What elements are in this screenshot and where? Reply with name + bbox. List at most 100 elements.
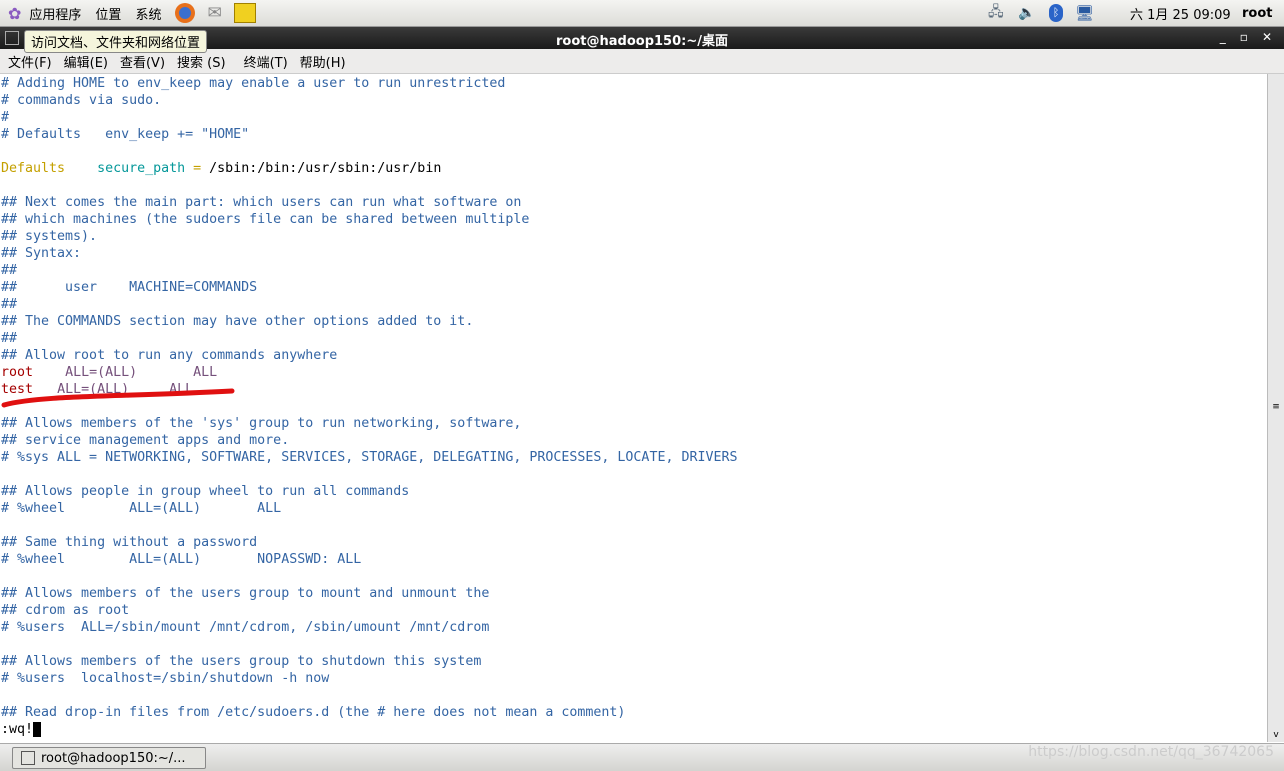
taskbar: root@hadoop150:~/... https://blog.csdn.n… [0, 743, 1284, 771]
text-line: ## [1, 262, 17, 279]
minimize-button[interactable]: _ [1220, 30, 1226, 44]
text-cursor [33, 721, 42, 737]
text-line: ## which machines (the sudoers file can … [1, 211, 529, 228]
text-line: Defaults secure_path = /sbin:/bin:/usr/s… [1, 160, 441, 177]
text-segment: Defaults [1, 161, 66, 176]
text-segment: root [1, 365, 34, 380]
text-segment: ## cdrom as root [1, 603, 130, 618]
tooltip: 访问文档、文件夹和网络位置 [24, 30, 208, 53]
text-segment: ## [1, 297, 18, 312]
text-line: ## Same thing without a password [1, 534, 257, 551]
text-line: ## cdrom as root [1, 602, 129, 619]
text-segment: # Defaults env_keep += "HOME" [1, 127, 250, 142]
text-segment: ## The COMMANDS section may have other o… [1, 314, 474, 329]
text-segment: ## Allows people in group wheel to run a… [1, 484, 410, 499]
menu-terminal[interactable]: 终端(T) [244, 52, 288, 71]
text-segment: ## service management apps and more. [1, 433, 290, 448]
text-line: ## The COMMANDS section may have other o… [1, 313, 473, 330]
text-segment [33, 365, 65, 380]
text-line: ## Allows members of the users group to … [1, 585, 489, 602]
top-panel: ✿ 应用程序 位置 系统 ✉ 🖧 🔈 ᛒ 🖥 六 1月 25 09:09 roo… [0, 0, 1284, 27]
text-line: # Defaults env_keep += "HOME" [1, 126, 249, 143]
scroll-down-icon[interactable]: v [1268, 730, 1284, 740]
bluetooth-icon[interactable]: ᛒ [1049, 4, 1063, 22]
text-line: ## Allows members of the users group to … [1, 653, 481, 670]
terminal-icon [21, 751, 35, 765]
text-segment: ## Syntax: [1, 246, 82, 261]
text-segment: ## user MACHINE=COMMANDS [1, 280, 258, 295]
text-segment: # Adding HOME to env_keep may enable a u… [1, 76, 506, 91]
text-segment: # %users localhost=/sbin/shutdown -h now [1, 671, 330, 686]
text-line: # %users ALL=/sbin/mount /mnt/cdrom, /sb… [1, 619, 489, 636]
menu-applications[interactable]: 应用程序 [29, 4, 81, 23]
text-line: # commands via sudo. [1, 92, 161, 109]
text-line: # Adding HOME to env_keep may enable a u… [1, 75, 505, 92]
scrollbar[interactable]: ≡ v [1267, 74, 1284, 742]
task-label: root@hadoop150:~/... [41, 750, 186, 766]
text-segment: ## Allow root to run any commands anywhe… [1, 348, 338, 363]
maximize-button[interactable]: ▫ [1240, 30, 1248, 44]
text-segment: ## Allows members of the 'sys' group to … [1, 416, 522, 431]
text-segment: secure_path [97, 161, 186, 176]
text-segment: ## which machines (the sudoers file can … [1, 212, 530, 227]
text-line: ## Next comes the main part: which users… [1, 194, 521, 211]
text-line: ## user MACHINE=COMMANDS [1, 279, 257, 296]
text-line: ## [1, 296, 17, 313]
text-segment: ALL= [65, 365, 98, 380]
text-line: ## Allows members of the 'sys' group to … [1, 415, 521, 432]
text-line: # [1, 109, 9, 126]
text-line: # %wheel ALL=(ALL) ALL [1, 500, 281, 517]
firefox-icon[interactable] [175, 3, 196, 23]
text-segment: # %wheel ALL=(ALL) ALL [1, 501, 282, 516]
text-segment: ## Read drop-in files from /etc/sudoers.… [1, 705, 626, 720]
volume-icon[interactable]: 🔈 [1018, 5, 1035, 21]
mail-icon[interactable]: ✉ [207, 3, 221, 23]
menu-help[interactable]: 帮助(H) [300, 52, 346, 71]
menu-edit[interactable]: 编辑(E) [64, 52, 108, 71]
text-segment: ALL [193, 365, 218, 380]
text-segment: ## [1, 263, 18, 278]
text-segment [65, 161, 97, 176]
menu-search[interactable]: 搜索 (S) [177, 52, 226, 71]
text-line: ## Read drop-in files from /etc/sudoers.… [1, 704, 625, 721]
text-line: # %users localhost=/sbin/shutdown -h now [1, 670, 329, 687]
text-segment: (ALL) [97, 365, 138, 380]
text-segment: ## Next comes the main part: which users… [1, 195, 522, 210]
text-line: ## Allows people in group wheel to run a… [1, 483, 409, 500]
text-line: ## [1, 330, 17, 347]
text-segment: # %users ALL=/sbin/mount /mnt/cdrom, /sb… [1, 620, 490, 635]
text-line: # %sys ALL = NETWORKING, SOFTWARE, SERVI… [1, 449, 738, 466]
notes-icon[interactable] [233, 3, 256, 23]
text-line: # %wheel ALL=(ALL) NOPASSWD: ALL [1, 551, 361, 568]
watermark: https://blog.csdn.net/qq_36742065 [1028, 744, 1274, 760]
close-button[interactable]: ✕ [1262, 30, 1272, 44]
text-segment: ## [1, 331, 18, 346]
menu-system[interactable]: 系统 [135, 4, 161, 23]
taskbar-item-terminal[interactable]: root@hadoop150:~/... [12, 747, 206, 769]
network-icon[interactable]: 🖧 [988, 1, 1004, 25]
text-segment: = [185, 161, 210, 176]
menu-file[interactable]: 文件(F) [8, 52, 52, 71]
text-line: ## Syntax: [1, 245, 81, 262]
text-line: ## systems). [1, 228, 97, 245]
text-segment: /sbin:/bin:/usr/sbin:/usr/bin [209, 161, 442, 176]
text-segment: # %sys ALL = NETWORKING, SOFTWARE, SERVI… [1, 450, 738, 465]
command-text: :wq! [1, 722, 34, 737]
text-segment: ## Allows members of the users group to … [1, 586, 490, 601]
text-segment: # [1, 110, 10, 125]
text-line: ## Allow root to run any commands anywhe… [1, 347, 337, 364]
text-segment: # %wheel ALL=(ALL) NOPASSWD: ALL [1, 552, 362, 567]
command-line[interactable]: :wq! [1, 721, 42, 738]
menu-places[interactable]: 位置 [95, 4, 121, 23]
menu-view[interactable]: 查看(V) [120, 52, 165, 71]
text-segment: ## Same thing without a password [1, 535, 258, 550]
text-segment: # commands via sudo. [1, 93, 162, 108]
gnome-foot-icon[interactable]: ✿ [8, 4, 21, 23]
red-underline-annotation [1, 388, 235, 408]
display-icon[interactable]: 🖥 [1075, 4, 1094, 22]
text-line: ## service management apps and more. [1, 432, 289, 449]
user-name[interactable]: root [1242, 6, 1273, 21]
text-line: root ALL=(ALL) ALL [1, 364, 217, 381]
text-segment [137, 365, 193, 380]
clock[interactable]: 六 1月 25 09:09 [1130, 4, 1231, 23]
